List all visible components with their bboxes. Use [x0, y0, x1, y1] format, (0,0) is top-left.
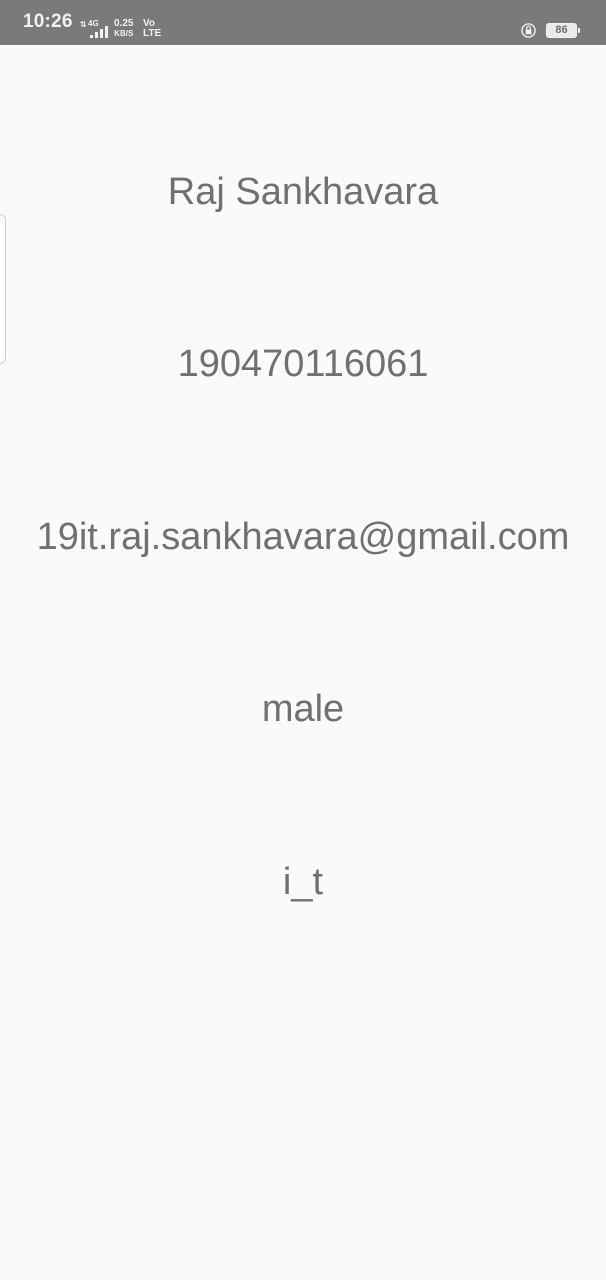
volte-bottom-label: LTE: [143, 28, 162, 39]
profile-enrollment-number: 190470116061: [177, 343, 429, 385]
battery-cap: [578, 28, 580, 33]
profile-gender: male: [261, 688, 345, 730]
network-speed: 0.25 KB/S: [114, 19, 133, 39]
battery-icon: 86: [546, 23, 577, 38]
status-time: 10:26: [23, 11, 73, 32]
profile-name: Raj Sankhavara: [167, 171, 439, 213]
data-activity-indicator: ⇅: [80, 20, 87, 29]
volte-indicator: Vo LTE: [143, 19, 161, 39]
lock-icon: [521, 23, 536, 38]
signal-icon: [90, 26, 110, 38]
network-speed-unit: KB/S: [114, 29, 134, 38]
status-bar: 10:26 ⇅ 4G 0.25 KB/S Vo LTE 86: [0, 0, 606, 45]
profile-department: i_t: [282, 861, 324, 903]
profile-email: 19it.raj.sankhavara@gmail.com: [36, 516, 570, 558]
battery-level: 86: [555, 24, 568, 36]
network-speed-value: 0.25: [114, 18, 134, 29]
